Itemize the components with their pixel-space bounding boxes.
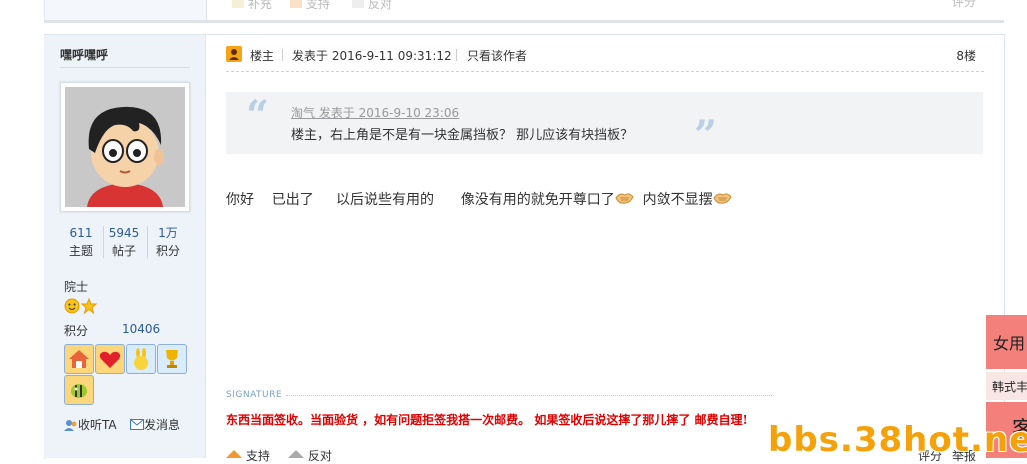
oppose-button[interactable]: 反对 (288, 447, 332, 464)
support-button[interactable]: 支持 (226, 447, 270, 464)
open-quote-icon: “ (246, 92, 270, 139)
header-divider (456, 49, 457, 61)
credit-label: 积分 (64, 324, 89, 338)
oppose-icon (352, 0, 364, 8)
side-ad-tag[interactable]: 韩式丰 (986, 372, 1027, 400)
ad-text: 韩式丰 (992, 380, 1027, 394)
oppose-label: 反对 (307, 449, 332, 463)
post-body: 你好 已出了 以后说些有用的 像没有用的就免开尊口了 内敛不显摆 (226, 189, 732, 209)
post-header: 楼主 发表于 2016-9-11 09:31:12 只看该作者 8楼 (226, 44, 984, 66)
bee-medal-icon[interactable] (64, 375, 94, 405)
author-stats: 611 主题 5945 帖子 1万 积分 (60, 224, 188, 264)
send-message-button[interactable]: 发消息 (130, 416, 180, 433)
stat-posts[interactable]: 5945 帖子 (103, 224, 145, 260)
floor-number[interactable]: 8楼 (956, 47, 976, 64)
stat-value: 611 (69, 226, 93, 240)
rank-stars (64, 297, 98, 317)
stat-credits[interactable]: 1万 积分 (147, 224, 189, 260)
user-rank: 院士 (64, 280, 89, 294)
stat-value: 1万 (158, 226, 178, 240)
avatar-image (65, 87, 185, 207)
previous-rate-button[interactable]: 评分 (952, 0, 976, 20)
quote-text: 楼主，右上角是不是有一块金属挡板？ 那儿应该有块挡板？ (291, 128, 634, 143)
rabbit-medal-icon[interactable] (126, 344, 156, 374)
heart-medal-icon[interactable] (95, 344, 125, 374)
support-label: 支持 (245, 449, 270, 463)
post-divider (44, 20, 1004, 23)
users-icon (64, 419, 78, 431)
stat-value: 5945 (108, 226, 140, 240)
header-divider (282, 49, 283, 61)
quote-block: “ 淘气 发表于 2016-9-10 23:06 楼主，右上角是不是有一块金属挡… (226, 92, 983, 159)
message-label: 发消息 (144, 418, 181, 432)
support-button[interactable]: 支持 (306, 0, 330, 11)
trophy-medal-icon[interactable] (157, 344, 187, 374)
add-button[interactable]: 补充 (248, 0, 272, 11)
support-icon (290, 0, 302, 8)
thread-starter-icon (226, 46, 242, 62)
signature-label: SIGNATURE (226, 390, 283, 400)
username-divider (60, 67, 190, 68)
stat-label: 积分 (155, 244, 180, 258)
sun-star-icon (64, 297, 98, 315)
follow-button[interactable]: 收听TA (64, 416, 117, 433)
cartoon-avatar-icon (65, 87, 185, 207)
stat-label: 主题 (68, 244, 93, 258)
credit-value: 10406 (122, 322, 161, 336)
stat-label: 帖子 (111, 244, 136, 258)
body-text-part: 你好 已出了 以后说些有用的 像没有用的就免开尊口了 (226, 192, 615, 208)
header-separator (226, 71, 984, 72)
body-text-part: 内敛不显摆 (633, 192, 713, 208)
handshake-icon (615, 191, 634, 205)
oppose-button[interactable]: 反对 (368, 0, 392, 11)
avatar[interactable] (60, 82, 190, 212)
previous-post-sidebar (44, 0, 207, 20)
previous-oppose: 反对 (352, 0, 392, 20)
house-medal-icon[interactable] (64, 344, 94, 374)
previous-support: 支持 (290, 0, 330, 20)
close-quote-icon: ” (694, 112, 718, 159)
follow-label: 收听TA (78, 418, 117, 432)
only-author-link[interactable]: 只看该作者 (467, 47, 527, 64)
quote-author-link[interactable]: 淘气 发表于 2016-9-10 23:06 (291, 104, 459, 121)
site-watermark: bbs.38hot.net (768, 420, 1027, 460)
thread-starter-label: 楼主 (250, 49, 275, 63)
side-ad-banner[interactable]: 女用 (986, 315, 1027, 369)
signature-text: 东西当面签收。当面验货 ，如有问题拒签我搭一次邮费。 如果签收后说这摔了那儿摔了… (226, 413, 748, 427)
add-icon (232, 0, 244, 8)
previous-post-actions: 补充 (232, 0, 272, 20)
envelope-icon (130, 419, 144, 430)
post-timestamp: 发表于 2016-9-11 09:31:12 (292, 49, 452, 63)
author-username[interactable]: 嘿呼嘿呼 (60, 46, 108, 63)
handshake-icon (713, 191, 732, 205)
ad-text: 女用 (993, 334, 1026, 353)
signature-divider (286, 395, 772, 396)
stat-threads[interactable]: 611 主题 (60, 224, 102, 260)
